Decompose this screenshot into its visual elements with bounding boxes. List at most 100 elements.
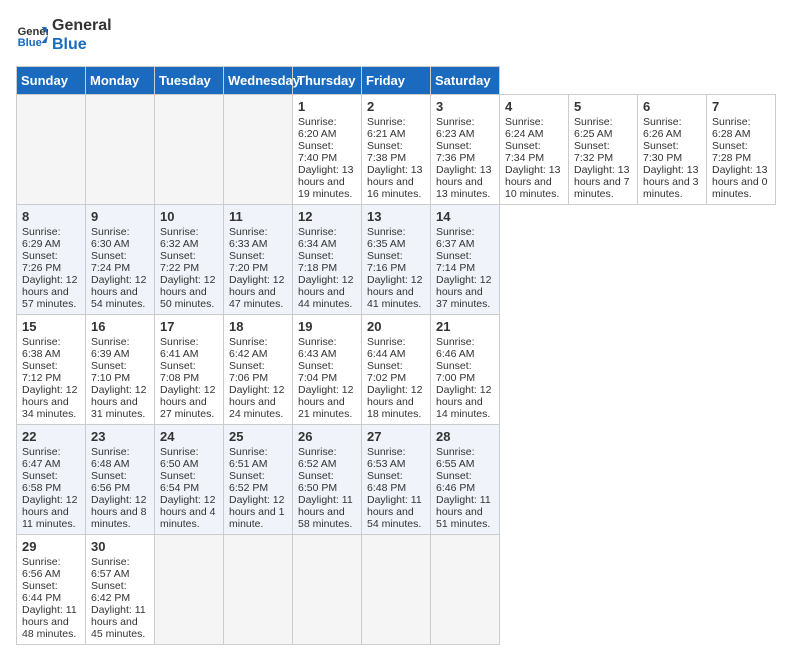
sunrise-label: Sunrise: 6:44 AM [367,336,406,360]
day-number: 23 [91,429,149,444]
calendar-day-cell: 9 Sunrise: 6:30 AM Sunset: 7:24 PM Dayli… [86,205,155,315]
daylight-label: Daylight: 13 hours and 7 minutes. [574,164,629,200]
logo-blue: Blue [52,35,112,54]
calendar-day-cell: 12 Sunrise: 6:34 AM Sunset: 7:18 PM Dayl… [293,205,362,315]
sunset-label: Sunset: 7:04 PM [298,360,337,384]
daylight-label: Daylight: 12 hours and 1 minute. [229,494,284,530]
calendar-day-cell: 24 Sunrise: 6:50 AM Sunset: 6:54 PM Dayl… [155,425,224,535]
sunrise-label: Sunrise: 6:42 AM [229,336,268,360]
daylight-label: Daylight: 12 hours and 31 minutes. [91,384,146,420]
daylight-label: Daylight: 12 hours and 11 minutes. [22,494,77,530]
day-number: 15 [22,319,80,334]
day-number: 27 [367,429,425,444]
sunrise-label: Sunrise: 6:48 AM [91,446,130,470]
daylight-label: Daylight: 12 hours and 18 minutes. [367,384,422,420]
daylight-label: Daylight: 12 hours and 54 minutes. [91,274,146,310]
day-number: 22 [22,429,80,444]
sunset-label: Sunset: 7:14 PM [436,250,475,274]
daylight-label: Daylight: 12 hours and 34 minutes. [22,384,77,420]
sunset-label: Sunset: 7:12 PM [22,360,61,384]
calendar-day-cell: 20 Sunrise: 6:44 AM Sunset: 7:02 PM Dayl… [362,315,431,425]
sunrise-label: Sunrise: 6:23 AM [436,116,475,140]
header-monday: Monday [86,67,155,95]
sunset-label: Sunset: 6:54 PM [160,470,199,494]
empty-cell [155,535,224,645]
empty-cell [224,95,293,205]
calendar-day-cell: 11 Sunrise: 6:33 AM Sunset: 7:20 PM Dayl… [224,205,293,315]
daylight-label: Daylight: 11 hours and 58 minutes. [298,494,353,530]
daylight-label: Daylight: 13 hours and 19 minutes. [298,164,353,200]
sunset-label: Sunset: 6:52 PM [229,470,268,494]
empty-cell [86,95,155,205]
daylight-label: Daylight: 11 hours and 48 minutes. [22,604,77,640]
empty-cell [17,95,86,205]
header-tuesday: Tuesday [155,67,224,95]
calendar-week-row: 22 Sunrise: 6:47 AM Sunset: 6:58 PM Dayl… [17,425,776,535]
calendar-day-cell: 14 Sunrise: 6:37 AM Sunset: 7:14 PM Dayl… [431,205,500,315]
calendar-day-cell: 30 Sunrise: 6:57 AM Sunset: 6:42 PM Dayl… [86,535,155,645]
sunrise-label: Sunrise: 6:51 AM [229,446,268,470]
daylight-label: Daylight: 12 hours and 57 minutes. [22,274,77,310]
calendar-day-cell: 10 Sunrise: 6:32 AM Sunset: 7:22 PM Dayl… [155,205,224,315]
daylight-label: Daylight: 13 hours and 10 minutes. [505,164,560,200]
header-thursday: Thursday [293,67,362,95]
calendar-day-cell: 26 Sunrise: 6:52 AM Sunset: 6:50 PM Dayl… [293,425,362,535]
day-number: 29 [22,539,80,554]
sunset-label: Sunset: 6:50 PM [298,470,337,494]
calendar-day-cell: 13 Sunrise: 6:35 AM Sunset: 7:16 PM Dayl… [362,205,431,315]
day-number: 24 [160,429,218,444]
sunrise-label: Sunrise: 6:53 AM [367,446,406,470]
sunrise-label: Sunrise: 6:35 AM [367,226,406,250]
sunrise-label: Sunrise: 6:29 AM [22,226,61,250]
calendar-day-cell: 4 Sunrise: 6:24 AM Sunset: 7:34 PM Dayli… [500,95,569,205]
day-number: 25 [229,429,287,444]
calendar-day-cell: 28 Sunrise: 6:55 AM Sunset: 6:46 PM Dayl… [431,425,500,535]
daylight-label: Daylight: 12 hours and 41 minutes. [367,274,422,310]
header-sunday: Sunday [17,67,86,95]
calendar-header-row: SundayMondayTuesdayWednesdayThursdayFrid… [17,67,776,95]
sunrise-label: Sunrise: 6:26 AM [643,116,682,140]
calendar-day-cell: 29 Sunrise: 6:56 AM Sunset: 6:44 PM Dayl… [17,535,86,645]
day-number: 17 [160,319,218,334]
daylight-label: Daylight: 11 hours and 51 minutes. [436,494,491,530]
sunset-label: Sunset: 7:10 PM [91,360,130,384]
sunrise-label: Sunrise: 6:20 AM [298,116,337,140]
sunrise-label: Sunrise: 6:21 AM [367,116,406,140]
header: General Blue General Blue [16,16,776,54]
day-number: 19 [298,319,356,334]
day-number: 6 [643,99,701,114]
calendar-body: 1 Sunrise: 6:20 AM Sunset: 7:40 PM Dayli… [17,95,776,645]
sunrise-label: Sunrise: 6:38 AM [22,336,61,360]
daylight-label: Daylight: 11 hours and 54 minutes. [367,494,422,530]
header-wednesday: Wednesday [224,67,293,95]
logo: General Blue General Blue [16,16,112,54]
daylight-label: Daylight: 12 hours and 44 minutes. [298,274,353,310]
calendar-table: SundayMondayTuesdayWednesdayThursdayFrid… [16,66,776,645]
empty-cell [293,535,362,645]
sunrise-label: Sunrise: 6:52 AM [298,446,337,470]
sunrise-label: Sunrise: 6:41 AM [160,336,199,360]
day-number: 10 [160,209,218,224]
daylight-label: Daylight: 11 hours and 45 minutes. [91,604,146,640]
calendar-week-row: 8 Sunrise: 6:29 AM Sunset: 7:26 PM Dayli… [17,205,776,315]
sunset-label: Sunset: 7:02 PM [367,360,406,384]
sunset-label: Sunset: 7:34 PM [505,140,544,164]
calendar-day-cell: 25 Sunrise: 6:51 AM Sunset: 6:52 PM Dayl… [224,425,293,535]
sunrise-label: Sunrise: 6:32 AM [160,226,199,250]
sunset-label: Sunset: 7:00 PM [436,360,475,384]
daylight-label: Daylight: 12 hours and 14 minutes. [436,384,491,420]
sunset-label: Sunset: 7:32 PM [574,140,613,164]
calendar-day-cell: 5 Sunrise: 6:25 AM Sunset: 7:32 PM Dayli… [569,95,638,205]
empty-cell [224,535,293,645]
sunrise-label: Sunrise: 6:46 AM [436,336,475,360]
header-friday: Friday [362,67,431,95]
sunset-label: Sunset: 7:30 PM [643,140,682,164]
day-number: 26 [298,429,356,444]
daylight-label: Daylight: 12 hours and 50 minutes. [160,274,215,310]
daylight-label: Daylight: 13 hours and 0 minutes. [712,164,767,200]
calendar-day-cell: 19 Sunrise: 6:43 AM Sunset: 7:04 PM Dayl… [293,315,362,425]
calendar-day-cell: 7 Sunrise: 6:28 AM Sunset: 7:28 PM Dayli… [707,95,776,205]
sunset-label: Sunset: 7:26 PM [22,250,61,274]
day-number: 11 [229,209,287,224]
day-number: 13 [367,209,425,224]
